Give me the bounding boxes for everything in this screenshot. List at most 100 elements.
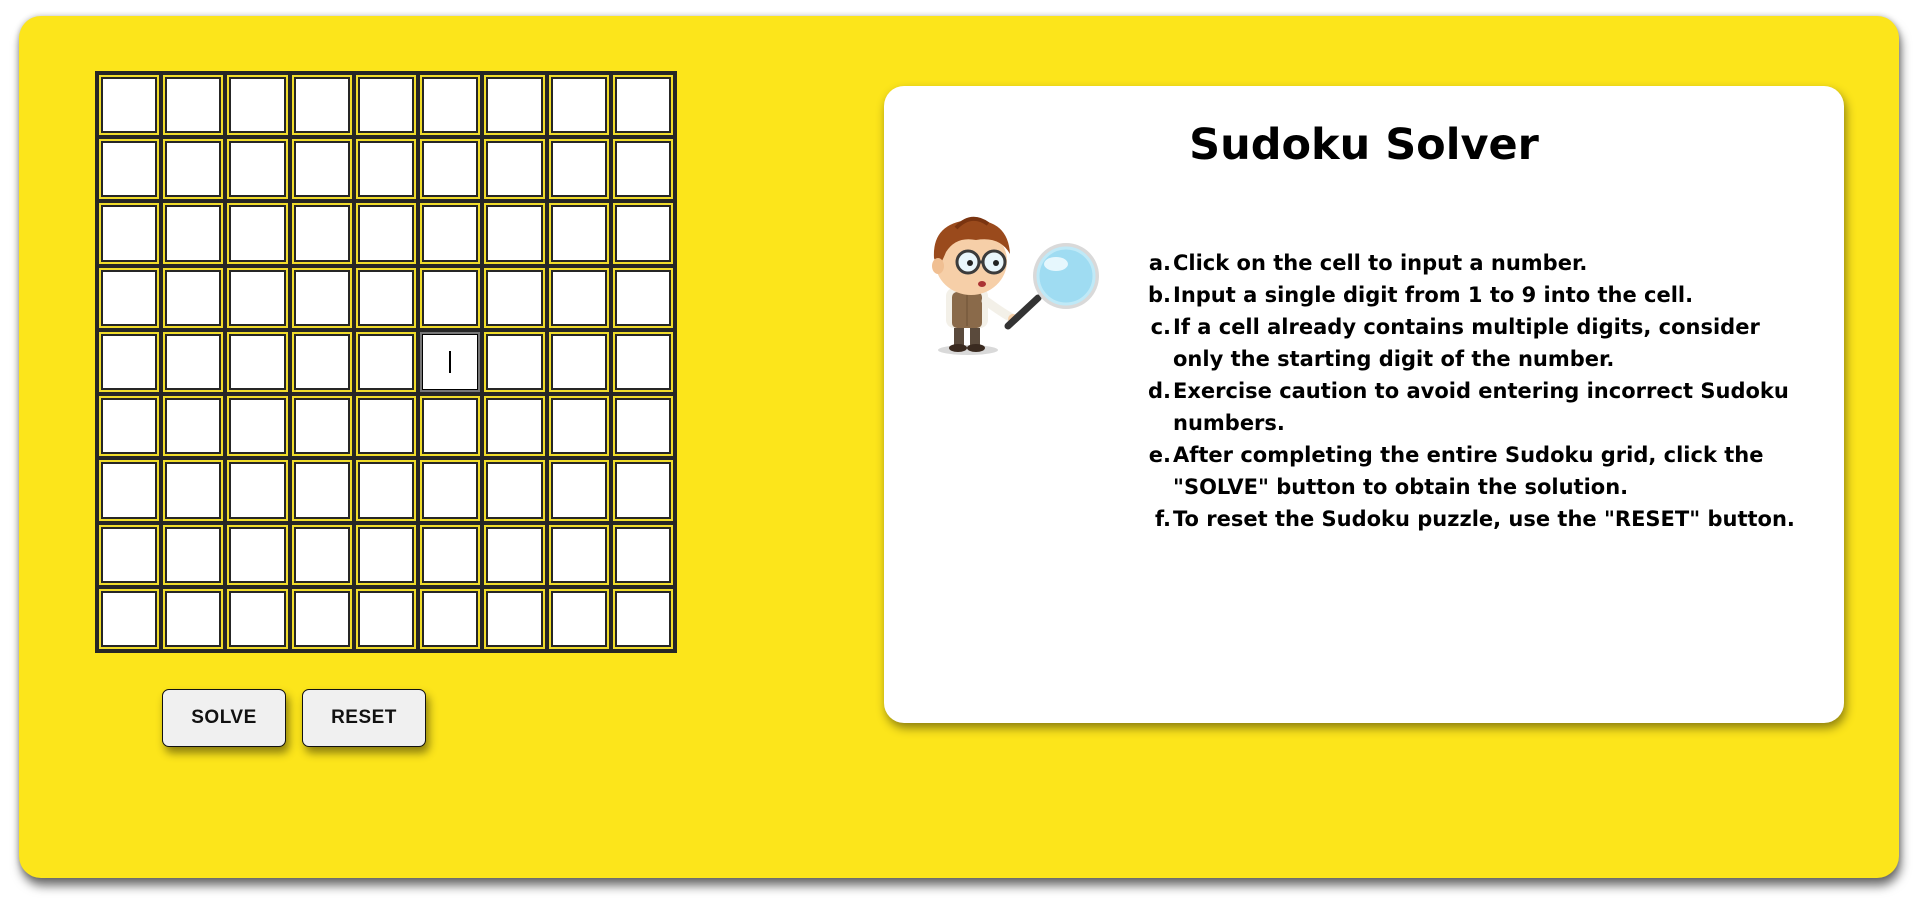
sudoku-cell-r3-c1[interactable] — [99, 203, 160, 264]
sudoku-cell-r8-c3[interactable] — [227, 524, 288, 585]
sudoku-cell-r2-c6[interactable] — [420, 139, 481, 200]
sudoku-cell-r7-c5[interactable] — [355, 460, 417, 521]
sudoku-cell-r9-c4[interactable] — [291, 588, 352, 649]
instructions-list: a. Click on the cell to input a number. b.… — [1148, 247, 1813, 535]
sudoku-cell-r7-c4[interactable] — [291, 460, 352, 521]
instruction-marker: f. — [1155, 507, 1171, 531]
solve-button[interactable]: SOLVE — [162, 689, 286, 747]
sudoku-cell-r4-c1[interactable] — [99, 267, 160, 328]
sudoku-cell-r4-c4[interactable] — [291, 267, 352, 328]
sudoku-cell-r8-c6[interactable] — [420, 524, 481, 585]
sudoku-cell-r5-c5[interactable] — [355, 331, 417, 393]
instruction-marker: d. — [1147, 379, 1171, 403]
sudoku-cell-r8-c9[interactable] — [612, 524, 673, 585]
sudoku-cell-r7-c6[interactable] — [420, 460, 481, 521]
instruction-text: After completing the entire Sudoku grid,… — [1173, 443, 1764, 499]
sudoku-cell-r8-c5[interactable] — [355, 524, 417, 585]
sudoku-cell-r4-c8[interactable] — [548, 267, 609, 328]
sudoku-cell-r6-c2[interactable] — [163, 396, 224, 457]
sudoku-cell-r7-c8[interactable] — [548, 460, 609, 521]
instruction-item: c. If a cell already contains multiple di… — [1151, 311, 1813, 375]
text-cursor — [449, 350, 452, 373]
sudoku-cell-r5-c2[interactable] — [163, 331, 224, 393]
boy-with-magnifying-glass-icon — [916, 206, 1116, 366]
sudoku-cell-r6-c6[interactable] — [420, 396, 481, 457]
sudoku-cell-r9-c5[interactable] — [355, 588, 417, 649]
sudoku-cell-r3-c2[interactable] — [163, 203, 224, 264]
sudoku-cell-r5-c8[interactable] — [548, 331, 609, 393]
sudoku-cell-r2-c9[interactable] — [612, 139, 673, 200]
sudoku-cell-r3-c9[interactable] — [612, 203, 673, 264]
instruction-item: e. After completing the entire Sudoku gri… — [1149, 439, 1813, 503]
sudoku-cell-r2-c5[interactable] — [355, 139, 417, 200]
sudoku-cell-r4-c2[interactable] — [163, 267, 224, 328]
sudoku-cell-r8-c1[interactable] — [99, 524, 160, 585]
sudoku-cell-r1-c5[interactable] — [355, 75, 417, 136]
sudoku-cell-r8-c2[interactable] — [163, 524, 224, 585]
instruction-text: Input a single digit from 1 to 9 into th… — [1173, 283, 1694, 307]
sudoku-cell-r9-c3[interactable] — [227, 588, 288, 649]
instruction-item: a. Click on the cell to input a number. — [1149, 247, 1813, 279]
sudoku-cell-r4-c9[interactable] — [612, 267, 673, 328]
sudoku-cell-r2-c2[interactable] — [163, 139, 224, 200]
sudoku-cell-r6-c5[interactable] — [355, 396, 417, 457]
instruction-marker: c. — [1150, 315, 1171, 339]
instruction-marker: a. — [1148, 251, 1171, 275]
sudoku-cell-r8-c7[interactable] — [484, 524, 545, 585]
sudoku-cell-r5-c7[interactable] — [484, 331, 545, 393]
sudoku-cell-r8-c8[interactable] — [548, 524, 609, 585]
instructions-card: Sudoku Solver a. Click on the cell to in… — [884, 86, 1844, 723]
sudoku-cell-r2-c4[interactable] — [291, 139, 352, 200]
sudoku-cell-r7-c3[interactable] — [227, 460, 288, 521]
sudoku-cell-r9-c9[interactable] — [612, 588, 673, 649]
sudoku-cell-r9-c7[interactable] — [484, 588, 545, 649]
instruction-text: Click on the cell to input a number. — [1173, 251, 1588, 275]
sudoku-cell-r5-c3[interactable] — [227, 331, 288, 393]
sudoku-cell-r4-c6[interactable] — [420, 267, 481, 328]
sudoku-cell-r4-c3[interactable] — [227, 267, 288, 328]
instruction-marker: b. — [1147, 283, 1171, 307]
sudoku-cell-r3-c6[interactable] — [420, 203, 481, 264]
sudoku-cell-r2-c3[interactable] — [227, 139, 288, 200]
sudoku-cell-r5-c4[interactable] — [291, 331, 352, 393]
sudoku-cell-r3-c7[interactable] — [484, 203, 545, 264]
sudoku-cell-r5-c9[interactable] — [612, 331, 673, 393]
sudoku-cell-r9-c2[interactable] — [163, 588, 224, 649]
sudoku-cell-r3-c5[interactable] — [355, 203, 417, 264]
instruction-text: If a cell already contains multiple digi… — [1173, 315, 1760, 371]
sudoku-cell-r1-c9[interactable] — [612, 75, 673, 136]
sudoku-cell-r9-c6[interactable] — [420, 588, 481, 649]
sudoku-cell-r7-c1[interactable] — [99, 460, 160, 521]
sudoku-cell-r1-c4[interactable] — [291, 75, 352, 136]
sudoku-cell-r3-c8[interactable] — [548, 203, 609, 264]
sudoku-cell-r1-c6[interactable] — [420, 75, 481, 136]
sudoku-cell-r1-c8[interactable] — [548, 75, 609, 136]
sudoku-cell-r3-c4[interactable] — [291, 203, 352, 264]
sudoku-cell-r8-c4[interactable] — [291, 524, 352, 585]
sudoku-cell-r9-c8[interactable] — [548, 588, 609, 649]
sudoku-cell-r7-c7[interactable] — [484, 460, 545, 521]
sudoku-cell-r6-c8[interactable] — [548, 396, 609, 457]
sudoku-cell-r5-c1[interactable] — [99, 331, 160, 393]
sudoku-grid — [95, 71, 677, 653]
sudoku-cell-r6-c4[interactable] — [291, 396, 352, 457]
sudoku-cell-r6-c1[interactable] — [99, 396, 160, 457]
sudoku-cell-r6-c9[interactable] — [612, 396, 673, 457]
app-container: SOLVE RESET Sudoku Solver a. Click on th… — [19, 16, 1899, 878]
sudoku-cell-r4-c5[interactable] — [355, 267, 417, 328]
sudoku-cell-r2-c8[interactable] — [548, 139, 609, 200]
sudoku-cell-r9-c1[interactable] — [99, 588, 160, 649]
sudoku-cell-r6-c7[interactable] — [484, 396, 545, 457]
sudoku-cell-r7-c9[interactable] — [612, 460, 673, 521]
sudoku-cell-r2-c7[interactable] — [484, 139, 545, 200]
sudoku-cell-r1-c1[interactable] — [99, 75, 160, 136]
sudoku-cell-r1-c3[interactable] — [227, 75, 288, 136]
sudoku-cell-r4-c7[interactable] — [484, 267, 545, 328]
reset-button[interactable]: RESET — [302, 689, 426, 747]
sudoku-cell-r1-c7[interactable] — [484, 75, 545, 136]
sudoku-cell-r2-c1[interactable] — [99, 139, 160, 200]
sudoku-cell-r1-c2[interactable] — [163, 75, 224, 136]
sudoku-cell-r3-c3[interactable] — [227, 203, 288, 264]
sudoku-cell-r7-c2[interactable] — [163, 460, 224, 521]
sudoku-cell-r6-c3[interactable] — [227, 396, 288, 457]
